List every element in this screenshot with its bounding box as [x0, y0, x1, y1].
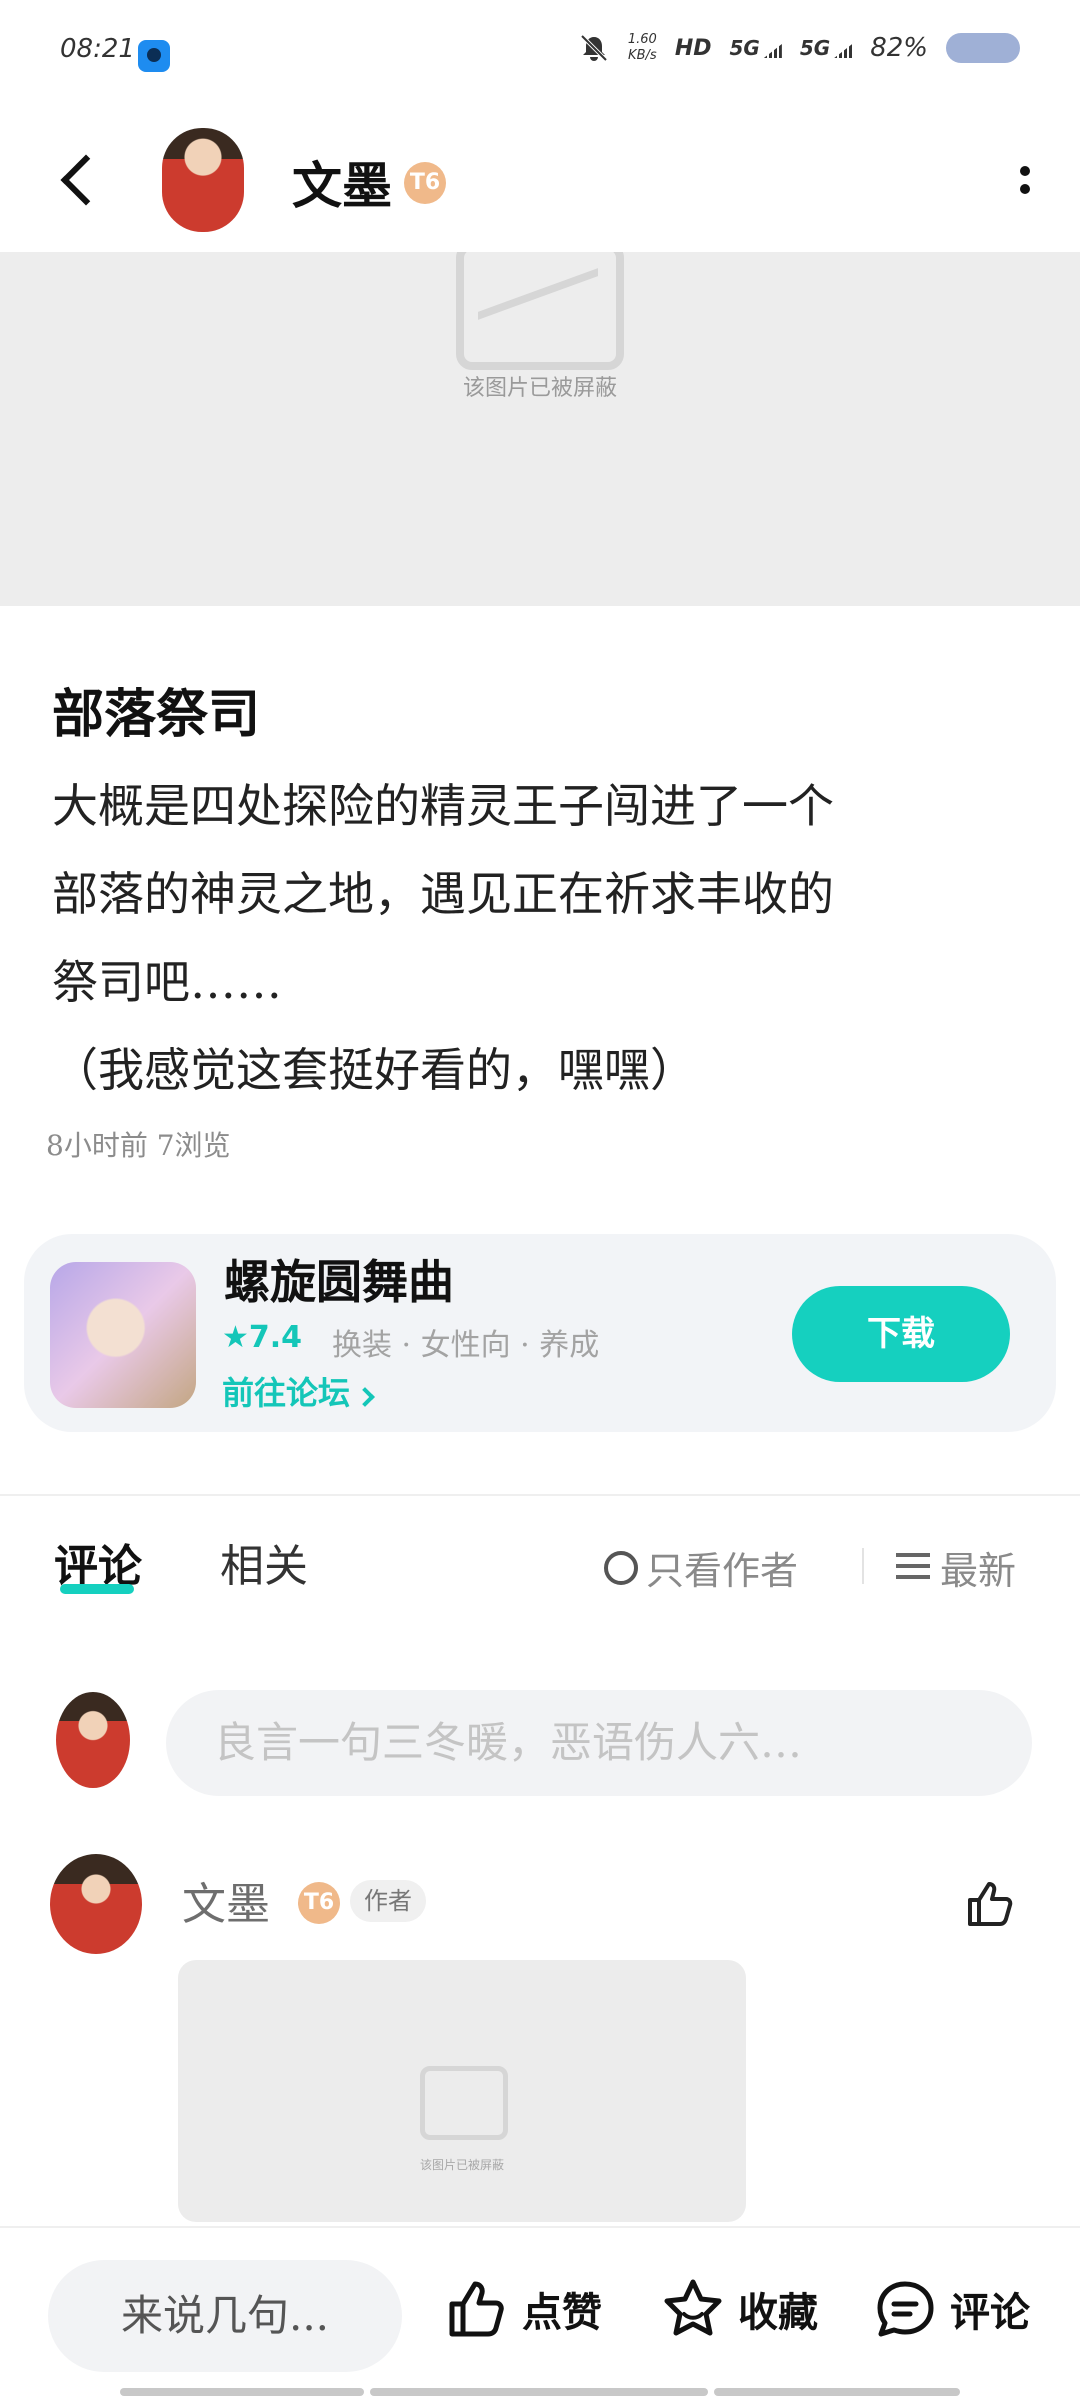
- comment-input[interactable]: 良言一句三冬暖，恶语伤人六…: [166, 1690, 1032, 1796]
- author-only-toggle[interactable]: 只看作者: [604, 1540, 798, 1595]
- back-button[interactable]: [56, 150, 106, 210]
- radio-icon: [604, 1550, 638, 1585]
- net-speed-value: 1.60: [627, 32, 657, 47]
- sort-label: 最新: [940, 1549, 1017, 1593]
- status-indicators: 1.60 KB/s HD 5G 5G 82%: [578, 32, 1020, 64]
- signal-5g-1: 5G: [730, 36, 782, 60]
- like-icon[interactable]: [962, 1876, 1016, 1930]
- download-button[interactable]: 下载: [792, 1286, 1010, 1382]
- bottom-comment-input[interactable]: 来说几句...: [48, 2260, 402, 2372]
- sort-icon: [896, 1552, 930, 1583]
- like-button[interactable]: 点赞: [444, 2276, 602, 2342]
- section-divider: [0, 1494, 1080, 1496]
- app-icon[interactable]: [50, 1262, 196, 1408]
- favorite-button[interactable]: 收藏: [660, 2276, 818, 2342]
- level-badge: T6: [298, 1882, 340, 1924]
- battery-level: 82%: [870, 33, 928, 63]
- app-forum-link[interactable]: 前往论坛: [222, 1368, 375, 1414]
- like-icon: [449, 2281, 504, 2337]
- tab-related[interactable]: 相关: [220, 1530, 308, 1594]
- star-icon: [664, 2279, 722, 2336]
- nav-gesture-bar: [714, 2388, 960, 2396]
- favorite-label: 收藏: [738, 2289, 818, 2336]
- app-card[interactable]: 螺旋圆舞曲 ★7.4 换装 · 女性向 · 养成 前往论坛 下载: [24, 1234, 1056, 1432]
- status-time: 08:21: [60, 34, 135, 64]
- app-name: 螺旋圆舞曲: [224, 1255, 454, 1309]
- image-placeholder-icon: [420, 2066, 508, 2140]
- filter-separator: [862, 1548, 864, 1584]
- current-user-avatar: [56, 1692, 130, 1788]
- status-bar: 08:21 1.60 KB/s HD 5G 5G 82%: [0, 0, 1080, 110]
- tab-active-indicator: [60, 1584, 134, 1594]
- comment-icon: [877, 2281, 934, 2337]
- app-tags: 换装 · 女性向 · 养成: [332, 1328, 600, 1363]
- image-blocked-text: 该图片已被屏蔽: [419, 2158, 504, 2172]
- image-placeholder-icon: [456, 252, 624, 370]
- author-name[interactable]: 文墨: [292, 146, 392, 218]
- net-speed: 1.60 KB/s: [628, 32, 657, 64]
- post-image[interactable]: 该图片已被屏蔽: [0, 252, 1080, 606]
- post-body-line: 祭司吧……: [52, 955, 282, 1009]
- nav-gesture-bar: [120, 2388, 364, 2396]
- bell-off-icon: [580, 34, 608, 62]
- signal-5g-2: 5G: [800, 36, 852, 60]
- post-body: 大概是四处探险的精灵王子闯进了一个 部落的神灵之地，遇见正在祈求丰收的 祭司吧……: [52, 762, 1032, 1114]
- author-only-label: 只看作者: [646, 1549, 799, 1593]
- sort-button[interactable]: 最新: [896, 1540, 1016, 1595]
- level-badge: T6: [404, 162, 446, 204]
- author-avatar[interactable]: [162, 128, 244, 232]
- nav-gesture-bar: [370, 2388, 708, 2396]
- commenter-name[interactable]: 文墨: [182, 1868, 270, 1932]
- comment-image[interactable]: 该图片已被屏蔽: [178, 1960, 746, 2222]
- like-label: 点赞: [522, 2289, 602, 2336]
- post-meta: 8小时前 7浏览: [46, 1129, 231, 1162]
- app-rating: ★7.4: [222, 1320, 303, 1355]
- post-body-line: （我感觉这套挺好看的，嘿嘿）: [52, 1043, 696, 1097]
- app-forum-label: 前往论坛: [222, 1374, 351, 1412]
- post-header: 文墨 T6: [0, 110, 1080, 252]
- net-speed-unit: KB/s: [628, 48, 657, 63]
- night-mode-icon: [946, 33, 1020, 63]
- comment-button[interactable]: 评论: [872, 2276, 1030, 2342]
- bottom-action-bar: 来说几句... 点赞 收藏 评论: [0, 2226, 1080, 2400]
- more-button[interactable]: [1004, 156, 1044, 206]
- post-body-line: 部落的神灵之地，遇见正在祈求丰收的: [52, 867, 834, 921]
- chevron-right-icon: [355, 1387, 375, 1407]
- post-body-line: 大概是四处探险的精灵王子闯进了一个: [52, 779, 834, 833]
- image-blocked-text: 该图片已被屏蔽: [462, 376, 617, 401]
- hd-indicator: HD: [674, 35, 712, 61]
- post-title: 部落祭司: [52, 684, 261, 745]
- commenter-avatar[interactable]: [50, 1854, 142, 1954]
- notification-app-icon: [138, 40, 170, 72]
- author-tag: 作者: [350, 1880, 426, 1922]
- comment-label: 评论: [950, 2289, 1030, 2336]
